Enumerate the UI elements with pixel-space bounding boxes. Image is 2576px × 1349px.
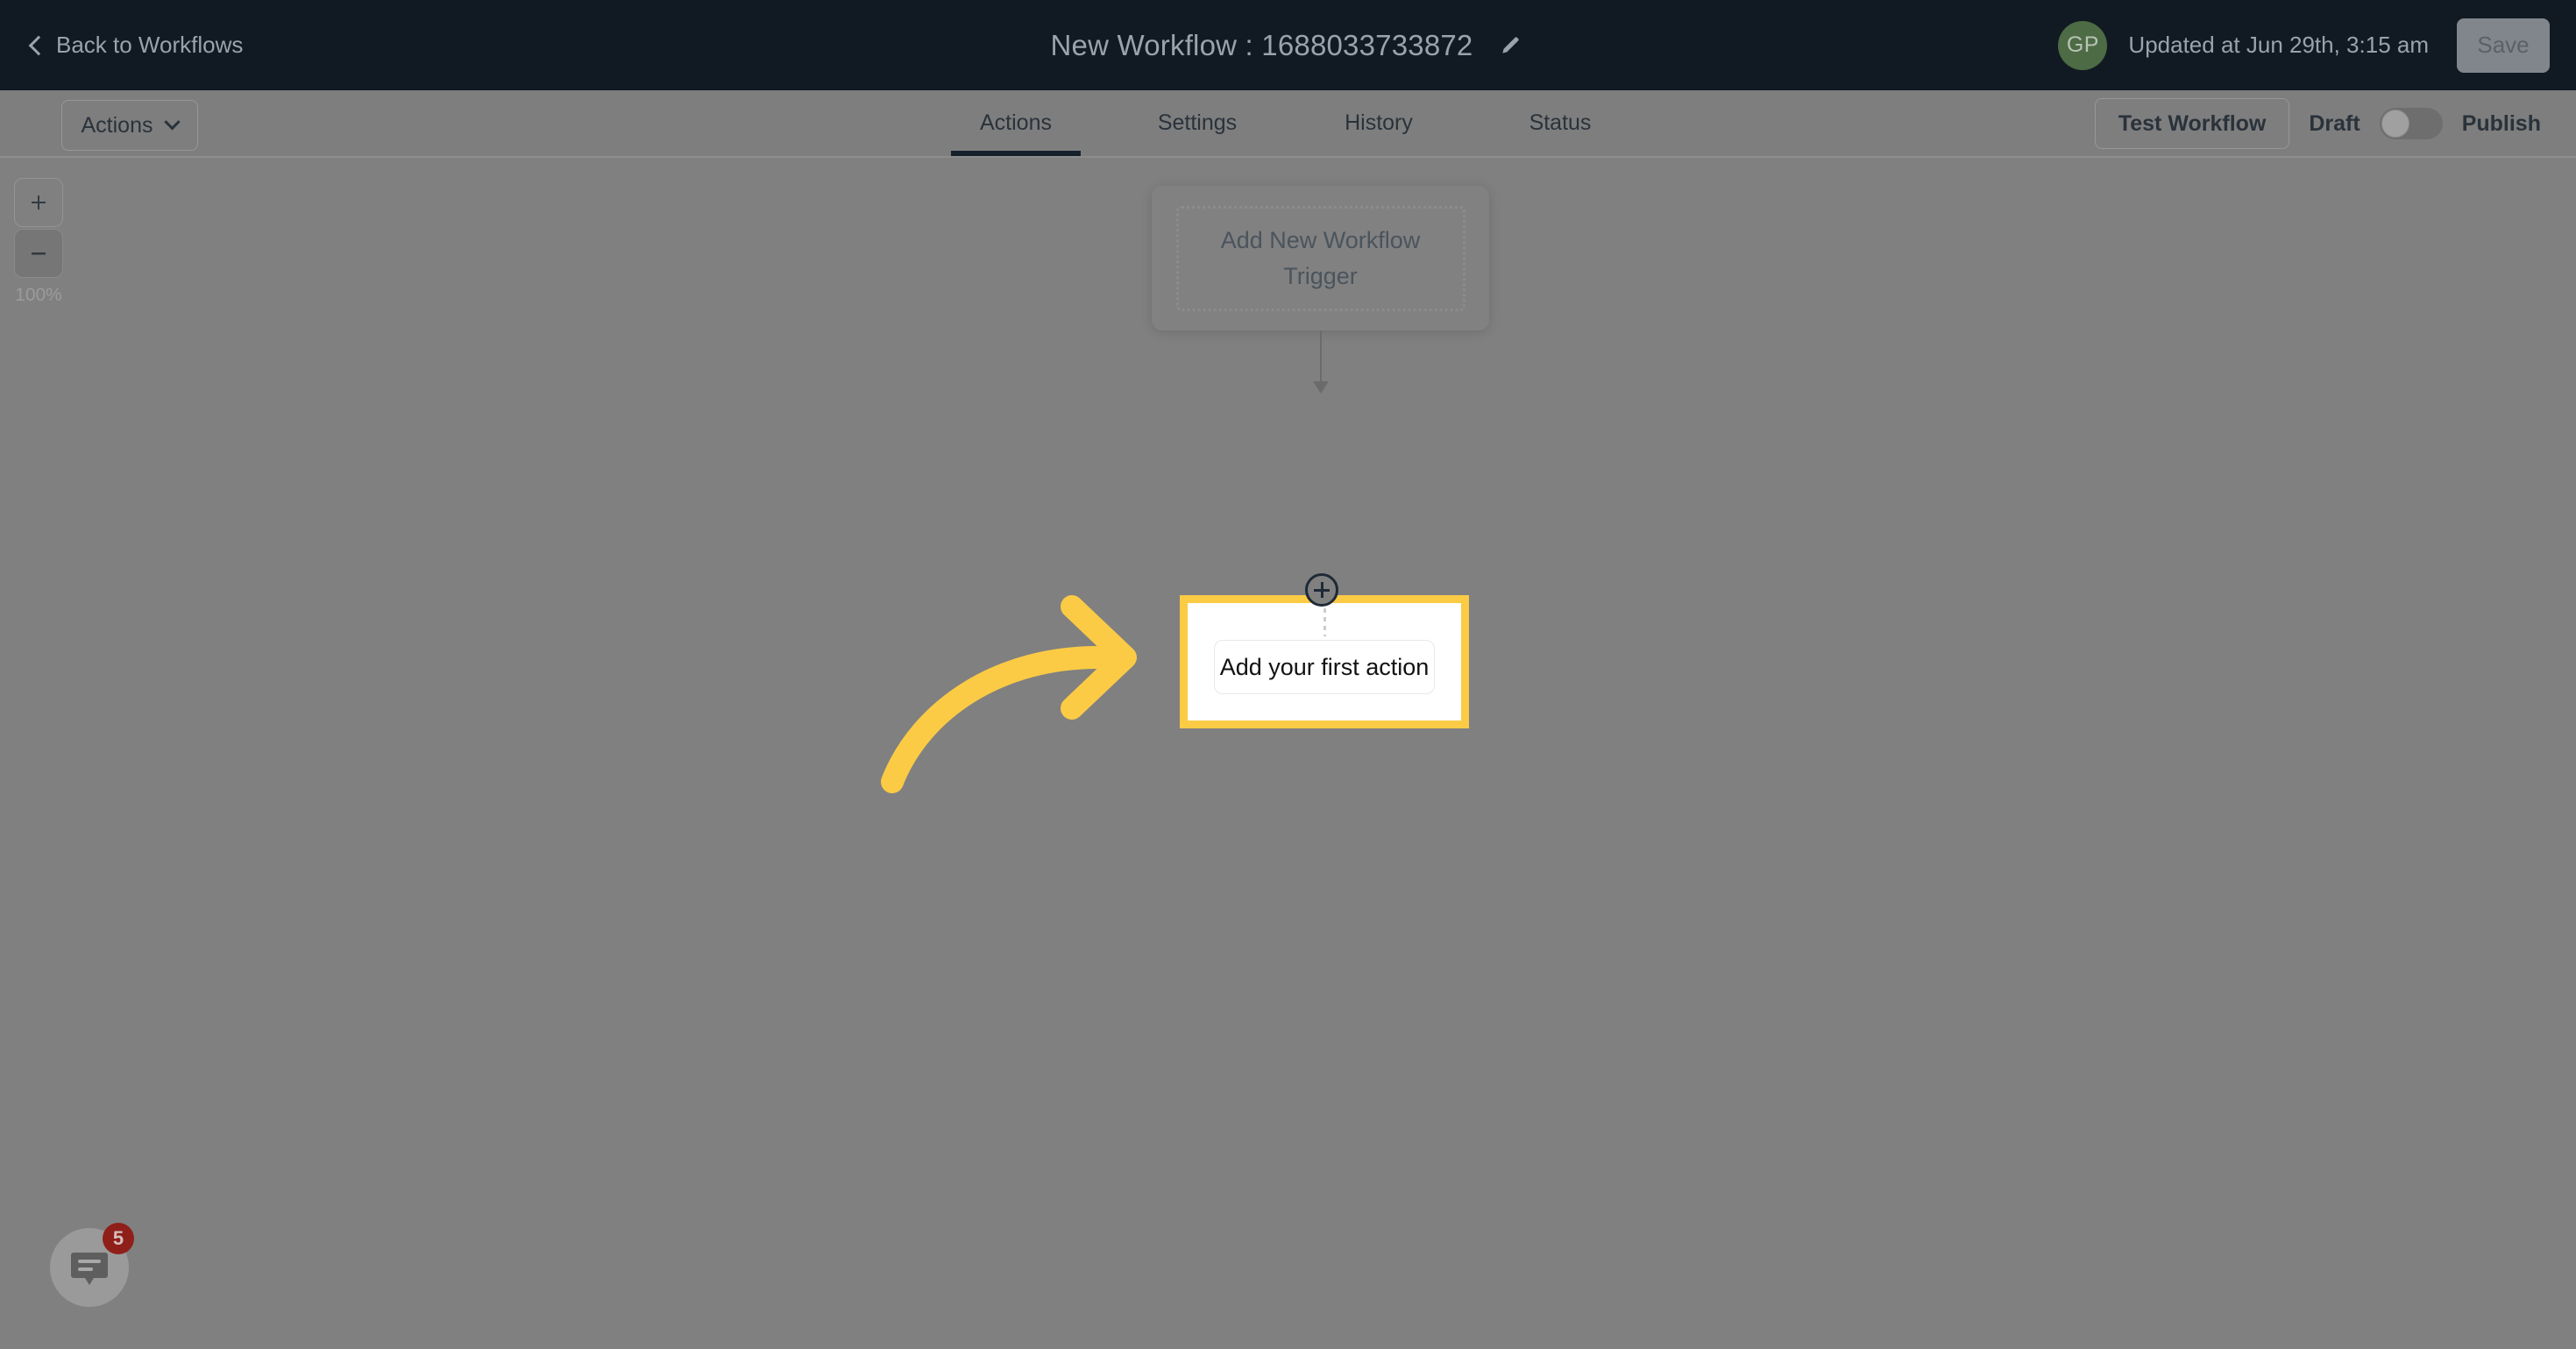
draft-label: Draft — [2309, 110, 2360, 136]
top-header-bar: Back to Workflows New Workflow : 1688033… — [0, 0, 2576, 90]
tab-label: Settings — [1157, 110, 1238, 135]
add-first-action-button[interactable]: Add your first action — [1214, 640, 1435, 694]
add-trigger-button[interactable]: Add New Workflow Trigger — [1175, 205, 1465, 311]
plus-vertical-bar — [1320, 582, 1323, 598]
tab-label: History — [1345, 110, 1413, 135]
chat-unread-badge: 5 — [103, 1223, 134, 1254]
test-workflow-button[interactable]: Test Workflow — [2094, 98, 2290, 149]
chat-widget[interactable]: 5 — [50, 1223, 134, 1307]
tab-bar: Actions Settings History Status — [926, 90, 1651, 156]
plus-icon — [32, 195, 46, 209]
avatar[interactable]: GP — [2058, 20, 2108, 70]
page-title: New Workflow : 1688033733872 — [1050, 28, 1473, 61]
last-updated-text: Updated at Jun 29th, 3:15 am — [2128, 32, 2429, 58]
tab-label: Actions — [980, 110, 1052, 135]
actions-dropdown[interactable]: Actions — [61, 100, 198, 151]
node-connector — [1313, 330, 1329, 399]
workflow-title-group: New Workflow : 1688033733872 — [1051, 29, 1526, 62]
back-to-workflows-label: Back to Workflows — [56, 32, 244, 58]
workflow-toolbar: Actions Actions Settings History Status … — [0, 90, 2576, 158]
chevron-left-icon — [28, 35, 49, 56]
zoom-level-label: 100% — [15, 285, 62, 305]
zoom-controls: 100% — [14, 178, 63, 306]
tab-label: Status — [1529, 110, 1592, 135]
dashed-connector-stub — [1323, 608, 1326, 636]
chevron-down-icon — [164, 113, 181, 130]
avatar-initials: GP — [2066, 32, 2099, 57]
plus-circle-icon[interactable] — [1305, 573, 1338, 607]
tab-actions[interactable]: Actions — [926, 90, 1107, 156]
workflow-builder-page: Back to Workflows New Workflow : 1688033… — [0, 0, 2576, 1349]
tab-status[interactable]: Status — [1470, 90, 1651, 156]
workflow-canvas[interactable]: Add New Workflow Trigger Add your first … — [0, 158, 2576, 1349]
toolbar-right-group: Test Workflow Draft Publish — [2094, 98, 2541, 149]
workflow-trigger-node[interactable]: Add New Workflow Trigger — [1152, 186, 1489, 330]
back-to-workflows-link[interactable]: Back to Workflows — [28, 32, 244, 59]
zoom-in-button[interactable] — [14, 178, 63, 227]
tab-settings[interactable]: Settings — [1107, 90, 1288, 156]
minus-icon — [32, 252, 46, 255]
add-first-action-node[interactable]: Add your first action — [1188, 603, 1461, 721]
publish-label: Publish — [2461, 110, 2541, 136]
connector-arrowhead-icon — [1313, 381, 1329, 394]
add-first-action-highlight: Add your first action — [1180, 595, 1469, 728]
actions-dropdown-label: Actions — [81, 112, 153, 138]
pencil-icon[interactable] — [1495, 31, 1525, 60]
tab-history[interactable]: History — [1288, 90, 1470, 156]
curved-arrow-right-icon — [881, 595, 1137, 793]
publish-toggle[interactable] — [2379, 108, 2443, 139]
header-right-group: GP Updated at Jun 29th, 3:15 am Save — [2058, 18, 2550, 73]
toggle-knob — [2381, 110, 2409, 138]
zoom-out-button[interactable] — [14, 229, 63, 278]
save-button[interactable]: Save — [2457, 18, 2550, 73]
